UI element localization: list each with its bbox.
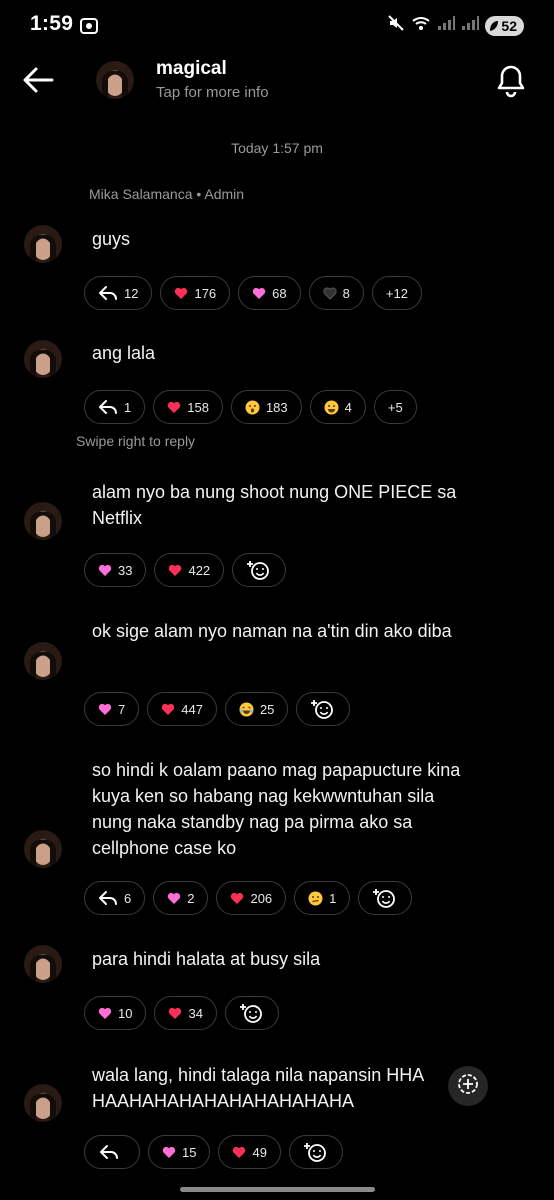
add-reaction-button[interactable]	[296, 692, 351, 726]
reply-icon	[98, 890, 118, 906]
sender-name: Mika Salamanca • Admin	[89, 186, 245, 202]
reaction-pill[interactable]: 33	[84, 553, 147, 587]
pink-heart-icon	[252, 287, 266, 300]
reaction-row: 7 447 25	[84, 692, 351, 726]
message-text[interactable]: guys	[92, 226, 472, 252]
add-reaction-button[interactable]	[288, 1135, 343, 1169]
sender-avatar[interactable]	[24, 1084, 62, 1122]
add-reaction-fab[interactable]	[448, 1066, 488, 1106]
reaction-row: 1 158 183 4 +5	[84, 390, 417, 424]
pink-heart-icon	[98, 564, 112, 577]
reaction-row: 6 2 206 1	[84, 881, 413, 915]
reaction-row: 12 176 68 8 +12	[84, 276, 422, 310]
add-reaction-button[interactable]	[358, 881, 413, 915]
reply-icon	[98, 285, 118, 301]
message-text[interactable]: ang lala	[92, 340, 472, 366]
message-text[interactable]: wala lang, hindi talaga nila napansin HH…	[92, 1062, 432, 1114]
reaction-row: 10 34	[84, 996, 279, 1030]
message-text[interactable]: ok sige alam nyo naman na a'tin din ako …	[92, 618, 472, 644]
reaction-row: 15 49	[84, 1135, 343, 1169]
message-text[interactable]: alam nyo ba nung shoot nung ONE PIECE sa…	[92, 479, 472, 531]
message-text[interactable]: para hindi halata at busy sila	[92, 946, 472, 972]
add-reaction-icon	[373, 887, 397, 909]
status-icons: 52	[387, 14, 524, 37]
add-reaction-icon	[311, 698, 335, 720]
date-separator: Today 1:57 pm	[231, 140, 323, 156]
signal-icon-2	[461, 15, 480, 36]
reaction-pill[interactable]: 183	[230, 390, 302, 424]
reaction-pill[interactable]: 4	[309, 390, 366, 424]
reaction-pill[interactable]: 447	[147, 692, 217, 726]
sender-avatar[interactable]	[24, 225, 62, 263]
red-heart-icon	[230, 892, 244, 905]
battery-level: 52	[501, 17, 517, 34]
leaf-icon	[490, 20, 499, 31]
message-text[interactable]: so hindi k oalam paano mag papapucture k…	[92, 757, 462, 861]
sender-avatar[interactable]	[24, 642, 62, 680]
add-reaction-button[interactable]	[224, 996, 279, 1030]
bell-icon[interactable]	[495, 64, 527, 103]
more-reactions-pill[interactable]: +12	[371, 276, 422, 310]
screen-record-icon	[79, 16, 99, 41]
battery-indicator: 52	[485, 15, 524, 36]
add-reaction-button[interactable]	[232, 553, 287, 587]
reaction-pill[interactable]: 7	[84, 692, 140, 726]
channel-title[interactable]: magical	[156, 58, 227, 80]
signal-icon	[437, 15, 456, 36]
status-time: 1:59	[30, 12, 74, 35]
reaction-pill[interactable]: 25	[224, 692, 289, 726]
reaction-pill[interactable]: 1	[294, 881, 351, 915]
wifi-icon	[411, 14, 431, 37]
reaction-pill[interactable]: 15	[148, 1135, 211, 1169]
reaction-pill[interactable]: 158	[153, 390, 223, 424]
pink-heart-icon	[167, 892, 181, 905]
reaction-pill[interactable]: 206	[216, 881, 287, 915]
mute-icon	[387, 14, 405, 37]
reply-button[interactable]: 6	[84, 881, 146, 915]
reaction-pill[interactable]: 2	[153, 881, 209, 915]
swipe-hint: Swipe right to reply	[76, 433, 196, 449]
add-reaction-icon	[247, 559, 271, 581]
reaction-pill[interactable]: 10	[84, 996, 147, 1030]
red-heart-icon	[168, 1007, 182, 1020]
reply-button[interactable]: 1	[84, 390, 146, 424]
home-indicator[interactable]	[180, 1187, 375, 1192]
sender-avatar[interactable]	[24, 502, 62, 540]
reply-icon	[99, 1144, 119, 1160]
sender-avatar[interactable]	[24, 830, 62, 868]
red-heart-icon	[232, 1146, 246, 1159]
reply-icon	[98, 399, 118, 415]
red-heart-icon	[161, 703, 175, 716]
sender-avatar[interactable]	[24, 945, 62, 983]
channel-subtitle[interactable]: Tap for more info	[156, 84, 269, 101]
pink-heart-icon	[162, 1146, 176, 1159]
confused-face-icon	[308, 891, 323, 906]
pink-heart-icon	[98, 703, 112, 716]
reaction-pill[interactable]: 176	[160, 276, 231, 310]
reaction-pill[interactable]: 34	[154, 996, 217, 1030]
sender-avatar[interactable]	[24, 340, 62, 378]
reply-button[interactable]: 12	[84, 276, 153, 310]
surprised-face-icon	[245, 400, 260, 415]
reaction-row: 33 422	[84, 553, 287, 587]
add-reaction-icon	[456, 1072, 480, 1101]
laughing-face-icon	[239, 702, 254, 717]
reaction-pill[interactable]: 8	[308, 276, 364, 310]
red-heart-icon	[168, 564, 182, 577]
grin-face-icon	[324, 400, 339, 415]
more-reactions-pill[interactable]: +5	[373, 390, 417, 424]
red-heart-icon	[174, 287, 188, 300]
back-arrow-icon[interactable]	[22, 66, 54, 99]
pink-heart-icon	[98, 1007, 112, 1020]
reaction-pill[interactable]: 422	[154, 553, 225, 587]
add-reaction-icon	[303, 1141, 328, 1163]
reply-button[interactable]	[84, 1135, 140, 1169]
reaction-pill[interactable]: 68	[238, 276, 301, 310]
channel-avatar[interactable]	[96, 61, 134, 99]
black-heart-icon	[322, 286, 337, 300]
red-heart-icon	[167, 401, 181, 414]
reaction-pill[interactable]: 49	[218, 1135, 281, 1169]
add-reaction-icon	[239, 1002, 264, 1024]
